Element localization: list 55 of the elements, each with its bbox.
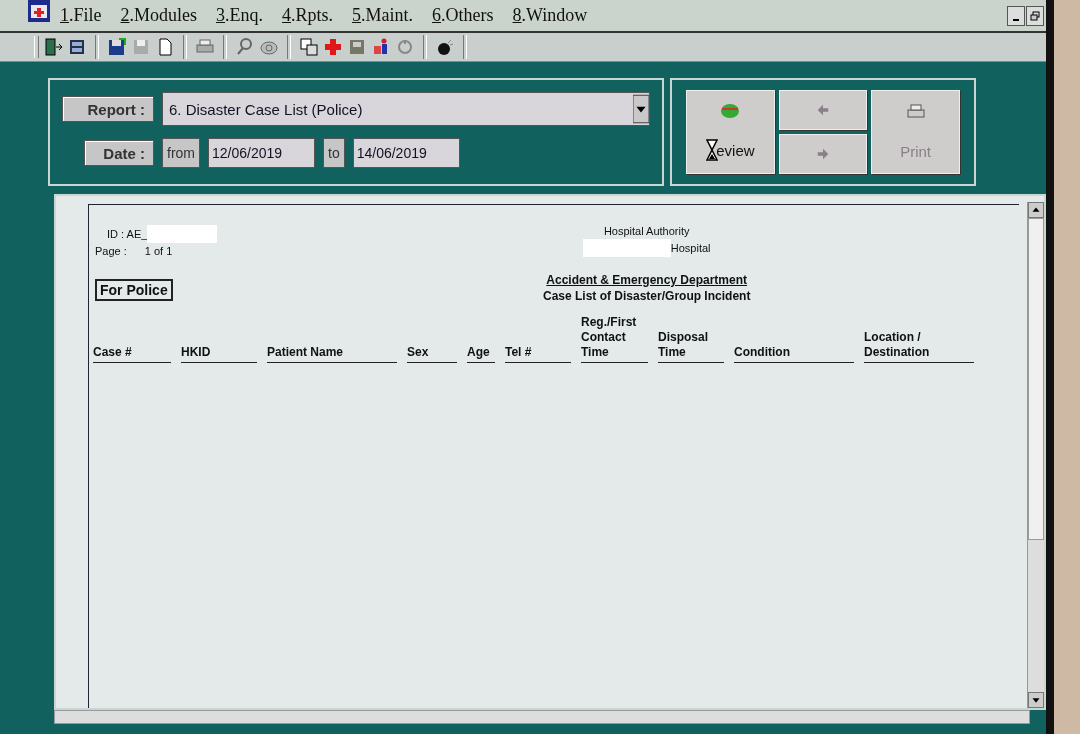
menu-item[interactable]: 8.Window <box>512 5 588 26</box>
disk-drive-icon[interactable] <box>347 37 367 57</box>
minimize-button[interactable] <box>1007 5 1025 26</box>
exit-door-icon[interactable] <box>43 37 63 57</box>
column-header: Condition <box>734 345 854 363</box>
column-header: Tel # <box>505 345 571 363</box>
department-title: Accident & Emergency Department <box>546 273 748 287</box>
report-title: Case List of Disaster/Group Incident <box>543 289 751 303</box>
hourglass-icon <box>706 139 719 161</box>
bomb-icon[interactable] <box>435 37 455 57</box>
preview-button[interactable]: eview <box>686 90 775 174</box>
menu-item[interactable]: 6.Others <box>432 5 494 26</box>
column-header: Reg./First Contact Time <box>581 315 648 363</box>
horizontal-scrollbar[interactable] <box>54 710 1030 724</box>
search-icon[interactable] <box>235 37 255 57</box>
column-header: Age <box>467 345 495 363</box>
column-header: Disposal Time <box>658 330 724 363</box>
left-arrow-icon <box>816 103 830 117</box>
right-arrow-icon <box>816 147 830 161</box>
report-dropdown[interactable]: 6. Disaster Case List (Police) <box>162 92 650 126</box>
copy-icon[interactable] <box>299 37 319 57</box>
column-header: HKID <box>181 345 257 363</box>
date-label: Date : <box>84 140 154 166</box>
column-header: Patient Name <box>267 345 397 363</box>
redaction-block <box>147 225 218 243</box>
dropdown-arrow-icon <box>633 94 649 124</box>
scroll-down-icon[interactable] <box>1028 692 1044 708</box>
restore-icon <box>1030 10 1040 21</box>
to-label: to <box>323 138 345 168</box>
page-label: Page : <box>95 245 127 257</box>
menu-item[interactable]: 3.Enq. <box>216 5 263 26</box>
to-date-field[interactable]: 14/06/2019 <box>352 138 460 168</box>
for-police-label: For Police <box>95 279 173 301</box>
column-header: Sex <box>407 345 457 363</box>
minimize-icon <box>1013 18 1019 21</box>
column-header: Location / Destination <box>864 330 974 363</box>
from-label: from <box>162 138 200 168</box>
report-label: Report : <box>62 96 154 122</box>
vertical-scrollbar[interactable] <box>1027 202 1044 708</box>
menu-item[interactable]: 2.Modules <box>120 5 197 26</box>
menu-item[interactable]: 5.Maint. <box>352 5 414 26</box>
menu-item[interactable]: 4.Rpts. <box>282 5 334 26</box>
authority-title: Hospital Authority <box>603 225 690 237</box>
list-icon[interactable] <box>67 37 87 57</box>
page-value: 1 of 1 <box>144 245 173 257</box>
column-header: Case # <box>93 345 171 363</box>
printer-icon <box>905 104 926 121</box>
scroll-up-icon[interactable] <box>1028 202 1044 218</box>
save-icon[interactable] <box>107 37 127 57</box>
id-label: ID : AE_ <box>107 228 148 240</box>
from-date-field[interactable]: 12/06/2019 <box>208 138 315 168</box>
app-logo-icon[interactable] <box>28 0 50 22</box>
menu-item[interactable]: 1.File <box>60 5 102 26</box>
restore-button[interactable] <box>1026 5 1044 26</box>
hospital-title: Hospital <box>670 242 711 254</box>
